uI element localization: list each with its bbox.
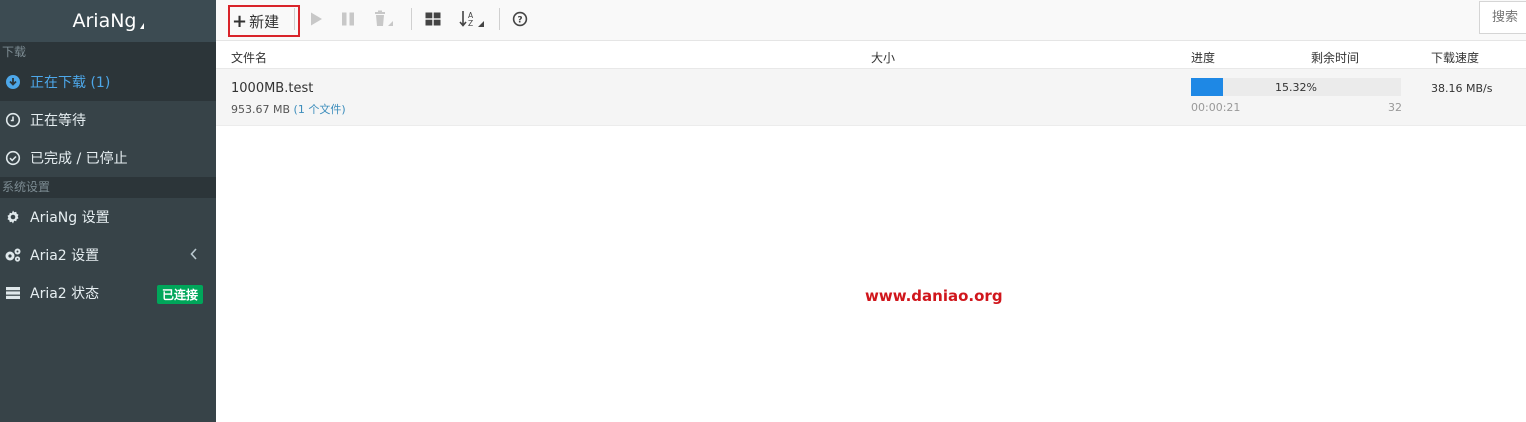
sidebar-item-stopped[interactable]: 已完成 / 已停止 xyxy=(0,139,216,177)
task-row[interactable]: 1000MB.test 953.67 MB (1 个文件) 15.32% 00:… xyxy=(216,69,1526,126)
task-table-header: 文件名 大小 进度 剩余时间 下载速度 xyxy=(216,41,1526,69)
toolbar-divider xyxy=(411,8,412,30)
sidebar-item-downloading[interactable]: 正在下载 (1) xyxy=(0,63,216,101)
sort-button[interactable]: AZ xyxy=(458,9,486,29)
sidebar-item-label: 已完成 / 已停止 xyxy=(30,151,128,167)
search-input[interactable] xyxy=(1479,1,1526,34)
task-files-link[interactable]: (1 个文件) xyxy=(294,103,346,116)
svg-text:?: ? xyxy=(517,16,522,26)
download-circle-icon xyxy=(4,73,22,91)
toolbar-divider xyxy=(294,8,295,30)
grid-icon xyxy=(425,12,441,26)
sidebar-item-waiting[interactable]: 正在等待 xyxy=(0,101,216,139)
brand-name: AriaNg xyxy=(72,10,137,32)
new-task-button[interactable]: + 新建 xyxy=(228,5,300,37)
status-badge: 已连接 xyxy=(157,285,204,304)
play-icon xyxy=(311,12,322,26)
toolbar: + 新建 AZ ? xyxy=(216,0,1526,41)
sidebar-item-aria2-status[interactable]: Aria2 状态 已连接 xyxy=(0,274,216,312)
svg-text:Z: Z xyxy=(468,19,473,28)
sidebar-item-label: 正在等待 xyxy=(30,113,86,129)
sidebar-item-label: 正在下载 (1) xyxy=(30,75,111,91)
progress-percent: 15.32% xyxy=(1275,81,1317,94)
delete-button[interactable] xyxy=(371,9,395,29)
column-header-remaining[interactable]: 剩余时间 xyxy=(1311,49,1359,66)
help-button[interactable]: ? xyxy=(508,9,532,29)
sort-alpha-icon: AZ xyxy=(459,11,484,28)
task-size-line: 953.67 MB (1 个文件) xyxy=(231,101,346,117)
task-name[interactable]: 1000MB.test xyxy=(231,81,313,96)
task-size: 953.67 MB xyxy=(231,103,291,116)
pause-button[interactable] xyxy=(336,9,360,29)
progress-bar: 15.32% xyxy=(1191,78,1401,96)
check-circle-icon xyxy=(4,149,22,167)
plus-icon: + xyxy=(232,10,248,32)
column-header-speed[interactable]: 下载速度 xyxy=(1431,49,1479,66)
section-header-download: 下载 xyxy=(0,42,216,63)
pause-icon xyxy=(342,12,354,26)
column-header-size[interactable]: 大小 xyxy=(871,49,895,66)
chevron-left-icon[interactable] xyxy=(190,248,198,264)
watermark-text: www.daniao.org xyxy=(865,287,1003,305)
select-all-button[interactable] xyxy=(421,9,445,29)
section-header-settings: 系统设置 xyxy=(0,177,216,198)
trash-icon xyxy=(375,10,393,26)
sidebar-item-aria2-settings[interactable]: Aria2 设置 xyxy=(0,236,216,274)
start-button[interactable] xyxy=(304,9,328,29)
column-header-name[interactable]: 文件名 xyxy=(231,49,267,66)
sidebar-item-label: AriaNg 设置 xyxy=(30,210,110,226)
connections-count: 32 xyxy=(1388,101,1402,114)
remaining-time: 00:00:21 xyxy=(1191,101,1241,114)
new-task-label: 新建 xyxy=(249,12,280,31)
sidebar: AriaNg 下载 正在下载 (1) 正在等待 已完成 / 已停止 系统设置 A… xyxy=(0,0,216,422)
gears-icon xyxy=(4,246,22,264)
sidebar-item-label: Aria2 状态 xyxy=(30,286,100,302)
brand-caret-icon xyxy=(139,23,144,29)
brand-logo[interactable]: AriaNg xyxy=(0,0,216,42)
clock-icon xyxy=(4,111,22,129)
column-header-progress[interactable]: 进度 xyxy=(1191,49,1215,66)
download-speed: 38.16 MB/s xyxy=(1431,82,1493,95)
help-icon: ? xyxy=(512,11,528,27)
toolbar-divider xyxy=(499,8,500,30)
server-icon xyxy=(4,284,22,302)
sidebar-item-ariang-settings[interactable]: AriaNg 设置 xyxy=(0,198,216,236)
gear-icon xyxy=(4,208,22,226)
sidebar-item-label: Aria2 设置 xyxy=(30,248,100,264)
